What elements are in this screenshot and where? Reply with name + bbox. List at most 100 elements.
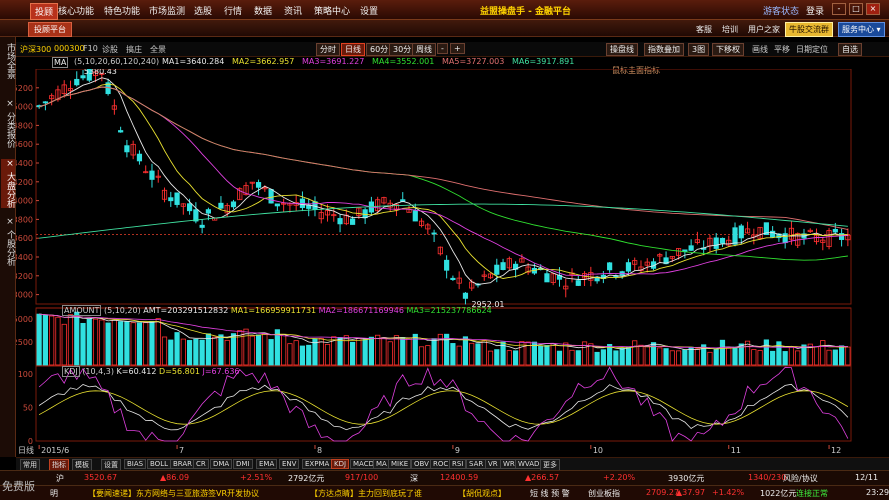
link-customer-service[interactable]: 客服 xyxy=(696,24,712,35)
tool-three-charts[interactable]: 3图 xyxy=(688,43,710,56)
tool-index-overlay[interactable]: 指数叠加 xyxy=(644,43,684,56)
kdj-tick-label: 100 xyxy=(18,370,33,379)
x-axis-label: 11 xyxy=(731,446,741,455)
indicator-tab-16[interactable]: MIKE xyxy=(388,459,412,469)
ticker-index-item: 12/11 xyxy=(855,473,879,482)
indicator-tab-20[interactable]: SAR xyxy=(466,459,487,469)
advisor-platform-button[interactable]: 投顾平台 xyxy=(28,22,72,37)
tool-dealer[interactable]: 搞庄 xyxy=(126,44,142,55)
menu-item-core[interactable]: 核心功能 xyxy=(58,4,94,17)
volume-bar xyxy=(795,350,801,366)
indicator-tab-13[interactable]: KDJ xyxy=(331,459,350,469)
menu-item-strategy[interactable]: 策略中心 xyxy=(314,4,350,17)
volume-bar xyxy=(751,349,757,366)
ticker-news-item[interactable]: 连接正常 xyxy=(796,488,828,499)
user-status: 游客状态 xyxy=(763,7,800,17)
ticker-news-item[interactable]: 短 线 预 警 xyxy=(530,488,570,499)
tool-date-locate[interactable]: 日期定位 xyxy=(796,44,828,55)
candle-body xyxy=(187,203,193,212)
menu-item-news[interactable]: 资讯 xyxy=(284,4,302,17)
volume-bar xyxy=(820,340,826,366)
volume-bar xyxy=(350,341,356,366)
zoom-in-button[interactable]: + xyxy=(450,43,465,54)
indicator-tab-10[interactable]: EMA xyxy=(256,459,278,469)
indicator-tab-4[interactable]: BIAS xyxy=(124,459,147,469)
period-daily[interactable]: 日线 xyxy=(341,43,365,56)
ticker-news-item[interactable]: ▲37.97 xyxy=(676,488,705,497)
candle-body xyxy=(732,227,738,245)
minimize-button[interactable]: - xyxy=(832,3,846,15)
close-button[interactable]: × xyxy=(866,3,880,15)
menu-item-quotes[interactable]: 行情 xyxy=(224,4,242,17)
link-user-home[interactable]: 用户之家 xyxy=(748,24,780,35)
zoom-out-button[interactable]: - xyxy=(437,43,448,54)
volume-bar xyxy=(293,340,299,366)
menu-item-features[interactable]: 特色功能 xyxy=(104,4,140,17)
ma3-value: MA3=3691.227 xyxy=(302,57,365,66)
ma-indicator-label[interactable]: MA xyxy=(52,57,69,68)
indicator-tab-6[interactable]: BRAR xyxy=(170,459,196,469)
tool-f10[interactable]: F10 xyxy=(83,44,98,53)
tab-market-overview[interactable]: 市场全景 xyxy=(1,43,15,79)
amount-params: (5,10,20) xyxy=(103,306,141,315)
volume-bar xyxy=(456,345,462,366)
indicator-tab-11[interactable]: ENV xyxy=(279,459,300,469)
candle-body xyxy=(255,182,262,188)
tool-pan[interactable]: 平移 xyxy=(774,44,790,55)
period-intraday[interactable]: 分时 xyxy=(316,43,340,56)
stock-chart[interactable]: 5200 5000 4800 4600 4400 4200 4000 3800 3600 3400… xyxy=(16,69,889,457)
tool-watchlist[interactable]: 自选 xyxy=(838,43,862,56)
tool-rights-adjust[interactable]: 下移权 xyxy=(712,43,744,56)
login-link[interactable]: 登录 xyxy=(806,4,824,17)
candle-body xyxy=(450,277,456,280)
ma-params: (5,10,20,60,120,240) xyxy=(74,57,160,66)
indicator-tab-8[interactable]: DMA xyxy=(210,459,233,469)
menu-item-stock-pick[interactable]: 选股 xyxy=(194,4,212,17)
indicator-tab-12[interactable]: EXPMA xyxy=(302,459,333,469)
price-tick-label: 3000 xyxy=(16,291,33,300)
ticker-news-item[interactable]: +1.42% xyxy=(712,488,744,497)
ticker-news-item[interactable]: 创业板指 xyxy=(588,488,620,499)
volume-bar xyxy=(575,350,581,366)
ticker-index-item: ▲86.09 xyxy=(160,473,190,482)
volume-bar xyxy=(726,347,732,366)
maximize-button[interactable]: □ xyxy=(849,3,863,15)
indicator-tab-7[interactable]: CR xyxy=(193,459,209,469)
menu-item-advisor[interactable]: 投顾 xyxy=(30,3,59,20)
menu-item-settings[interactable]: 设置 xyxy=(360,4,378,17)
menu-item-data[interactable]: 数据 xyxy=(254,4,272,17)
indicator-tab-5[interactable]: BOLL xyxy=(147,459,171,469)
candle-body xyxy=(74,78,80,86)
ticker-news-item[interactable]: 【方达点睛】主力回到底玩了谁 xyxy=(310,488,422,499)
indicator-tab-21[interactable]: VR xyxy=(485,459,501,469)
kdj-label[interactable]: KDJ xyxy=(62,366,80,377)
ticker-news-item[interactable]: 【要闻速递】东方网络与三亚旅游签VR开发协议 xyxy=(88,488,259,499)
tab-market-analysis[interactable]: × 大盘分析 xyxy=(1,159,15,208)
indicator-tab-19[interactable]: RSI xyxy=(449,459,467,469)
period-weekly[interactable]: 周线 xyxy=(412,43,436,56)
tool-trade-line[interactable]: 操盘线 xyxy=(606,43,638,56)
tool-panorama[interactable]: 全景 xyxy=(150,44,166,55)
candle-body xyxy=(124,145,130,153)
volume-bar xyxy=(199,339,205,366)
indicator-tab-9[interactable]: DMI xyxy=(233,459,253,469)
tab-stock-analysis[interactable]: × 个股分析 xyxy=(1,217,15,266)
service-center-button[interactable]: 服务中心 ▾ xyxy=(838,22,885,37)
candle-body xyxy=(174,192,180,205)
amount-label[interactable]: AMOUNT xyxy=(62,305,102,316)
indicator-tab-17[interactable]: OBV xyxy=(411,459,432,469)
ticker-news-item[interactable]: 【胡侃观点】 xyxy=(458,488,506,499)
stock-group-button[interactable]: 牛股交流群 xyxy=(785,22,833,37)
tool-diagnose[interactable]: 诊股 xyxy=(102,44,118,55)
indicator-tab-23[interactable]: WVAD xyxy=(515,459,543,469)
ticker-news-item[interactable]: 23:29 xyxy=(866,488,889,497)
ticker-news-item[interactable]: 明 xyxy=(50,488,58,499)
tab-category-quotes[interactable]: × 分类报价 xyxy=(1,99,15,148)
link-training[interactable]: 培训 xyxy=(722,24,738,35)
volume-bar xyxy=(187,340,193,366)
tool-draw-line[interactable]: 画线 xyxy=(752,44,768,55)
volume-bar xyxy=(425,345,431,366)
ticker-news-item[interactable]: 2709.27 xyxy=(646,488,679,497)
ticker-news-item[interactable]: 1022亿元 xyxy=(760,488,796,499)
menu-item-market-monitor[interactable]: 市场监测 xyxy=(149,4,185,17)
